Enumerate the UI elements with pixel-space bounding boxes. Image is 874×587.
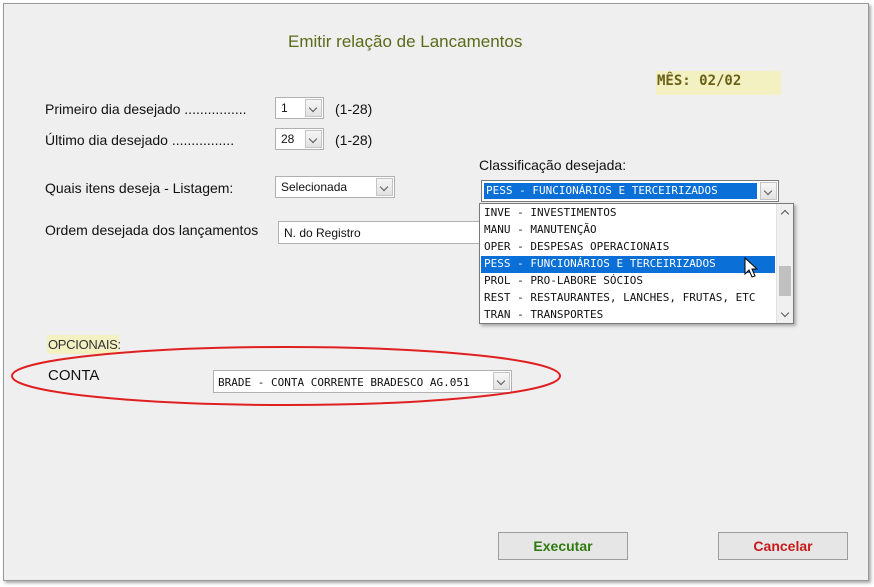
last-day-label: Último dia desejado ................ <box>45 132 235 148</box>
items-label: Quais itens deseja - Listagem: <box>45 180 234 196</box>
classification-selected-value: PESS - FUNCIONÁRIOS E TERCEIRIZADOS <box>484 183 757 199</box>
first-day-value: 1 <box>281 101 288 115</box>
order-label: Ordem desejada dos lançamentos <box>45 222 259 238</box>
conta-value: BRADE - CONTA CORRENTE BRADESCO AG.051 <box>218 376 470 389</box>
items-value: Selecionada <box>281 180 348 194</box>
list-item[interactable]: PROL - PRO-LABORE SÓCIOS <box>481 273 775 290</box>
chevron-down-icon[interactable] <box>376 178 393 196</box>
scroll-thumb[interactable] <box>779 266 791 296</box>
scroll-down-icon[interactable] <box>777 306 793 323</box>
last-day-range: (1-28) <box>335 132 373 148</box>
first-day-range: (1-28) <box>335 101 373 117</box>
items-select[interactable]: Selecionada <box>275 176 395 198</box>
conta-label: CONTA <box>48 367 100 384</box>
last-day-value: 28 <box>281 132 295 146</box>
last-day-select[interactable]: 28 <box>275 128 324 150</box>
list-item[interactable]: REST - RESTAURANTES, LANCHES, FRUTAS, ET… <box>481 290 775 307</box>
chevron-down-icon[interactable] <box>305 130 322 148</box>
mouse-cursor-icon <box>744 257 759 278</box>
chevron-down-icon[interactable] <box>305 99 322 117</box>
chevron-down-icon[interactable] <box>493 372 510 390</box>
execute-button[interactable]: Executar <box>498 532 628 560</box>
dialog-window: Emitir relação de Lancamentos MÊS: 02/02… <box>3 3 869 581</box>
conta-select[interactable]: BRADE - CONTA CORRENTE BRADESCO AG.051 <box>213 370 512 393</box>
list-item[interactable]: INVE - INVESTIMENTOS <box>481 205 775 222</box>
scroll-up-icon[interactable] <box>777 204 793 221</box>
classification-label: Classificação desejada: <box>479 157 627 173</box>
list-item-selected[interactable]: PESS - FUNCIONÁRIOS E TERCEIRIZADOS <box>481 256 775 273</box>
dropdown-scrollbar[interactable] <box>776 204 793 323</box>
chevron-down-icon[interactable] <box>760 182 777 200</box>
cancel-button[interactable]: Cancelar <box>718 532 848 560</box>
list-item[interactable]: OPER - DESPESAS OPERACIONAIS <box>481 239 775 256</box>
first-day-label: Primeiro dia desejado ................ <box>45 101 247 117</box>
classification-select[interactable]: PESS - FUNCIONÁRIOS E TERCEIRIZADOS <box>481 180 779 202</box>
first-day-select[interactable]: 1 <box>275 97 324 119</box>
page-title: Emitir relação de Lancamentos <box>288 32 523 51</box>
order-select[interactable]: N. do Registro <box>278 221 481 244</box>
list-item[interactable]: TRAN - TRANSPORTES <box>481 307 775 323</box>
list-item[interactable]: MANU - MANUTENÇÃO <box>481 222 775 239</box>
month-badge: MÊS: 02/02 <box>656 71 781 95</box>
optionals-label: OPCIONAIS: <box>47 335 121 354</box>
